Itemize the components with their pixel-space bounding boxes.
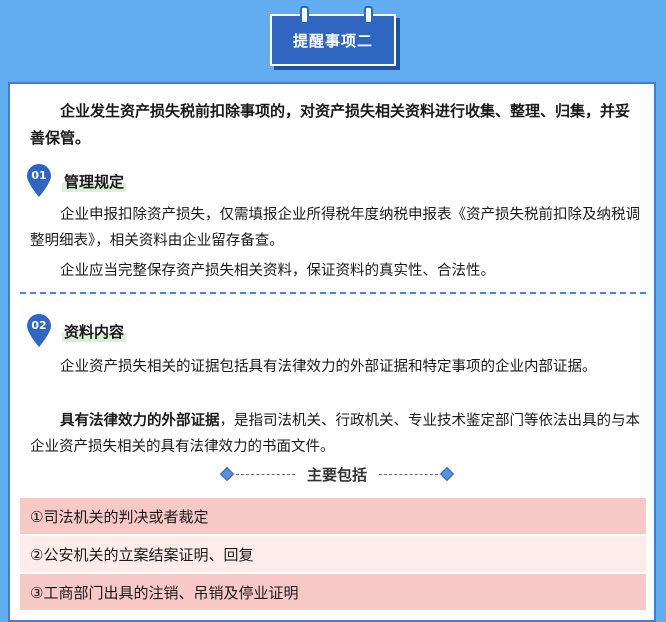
intro-text: 企业发生资产损失税前扣除事项的，对资产损失相关资料进行收集、整理、归集，并妥善保… [30,102,631,147]
evidence-list: ①司法机关的判决或者裁定 ②公安机关的立案结案证明、回复 ③工商部门出具的注销、… [20,498,646,612]
section-2-paragraph: 具有法律效力的外部证据，是指司法机关、行政机关、专业技术鉴定部门等依法出具的与本… [30,408,642,460]
location-pin-icon: 02 [26,314,52,348]
pin-icon [364,6,373,24]
section-2-paragraph: 企业资产损失相关的证据包括具有法律效力的外部证据和特定事项的企业内部证据。 [60,359,597,375]
dashed-line [236,473,295,475]
subheading: 主要包括 [219,462,455,486]
section-1-header: 01 管理规定 [26,164,127,198]
header-tab: 提醒事项二 [270,6,400,70]
list-item: ①司法机关的判决或者裁定 [20,498,646,534]
section-2-bold-term: 具有法律效力的外部证据 [60,413,220,429]
header-title: 提醒事项二 [270,14,396,66]
content-card: 企业发生资产损失税前扣除事项的，对资产损失相关资料进行收集、整理、归集，并妥善保… [8,82,656,622]
list-item: ③工商部门出具的注销、吊销及停业证明 [20,574,646,610]
section-1-paragraph: 企业申报扣除资产损失，仅需填报企业所得税年度纳税申报表《资产损失税前扣除及纳税调… [30,207,640,249]
section-1-number: 01 [31,169,47,182]
section-2-header: 02 资料内容 [26,314,127,348]
location-pin-icon: 01 [26,164,52,198]
dashed-divider [20,292,646,294]
section-2-number: 02 [31,319,47,332]
diamond-icon [219,466,235,482]
section-1-paragraph: 企业应当完整保存资产损失相关资料，保证资料的真实性、合法性。 [60,263,495,279]
dashed-line [379,473,439,475]
pin-icon [300,6,309,24]
section-1-title: 管理规定 [62,170,127,192]
subheading-title: 主要包括 [307,465,368,484]
section-2-title: 资料内容 [62,320,127,342]
diamond-icon [439,466,455,482]
list-item: ②公安机关的立案结案证明、回复 [20,536,646,572]
